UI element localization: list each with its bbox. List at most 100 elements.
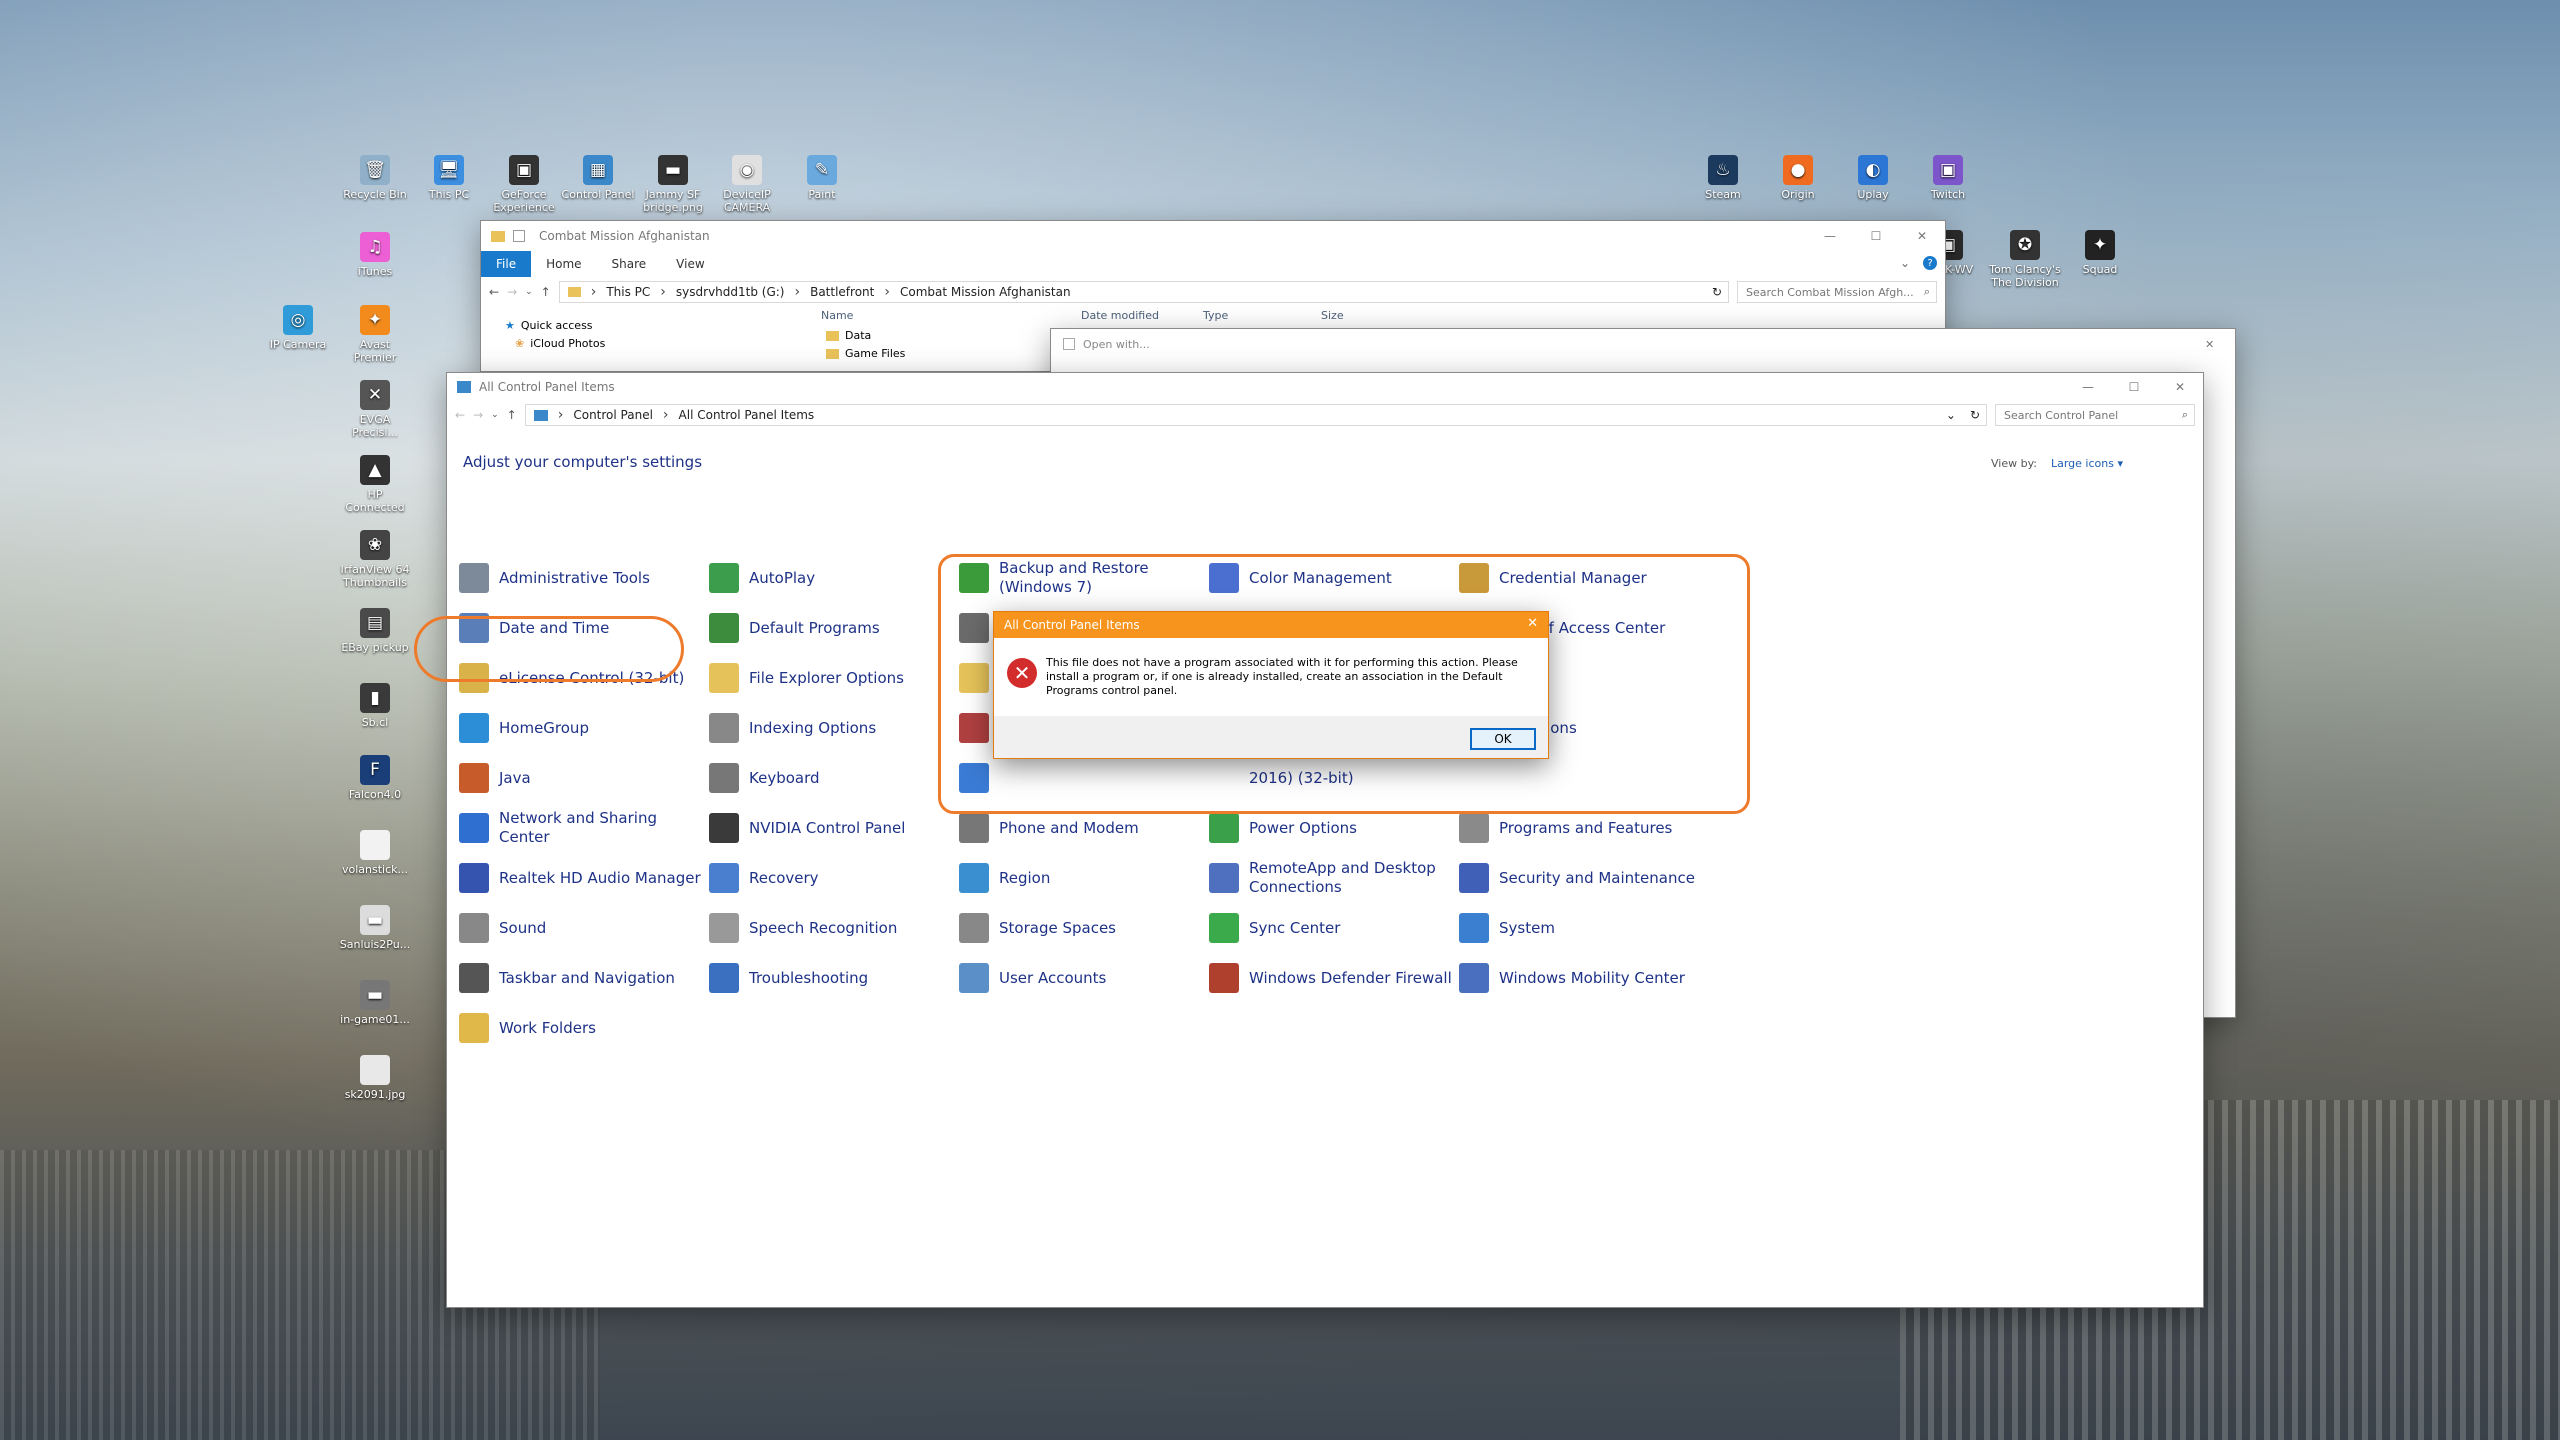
maximize-icon[interactable]: ☐	[2111, 380, 2157, 394]
desktop-icon[interactable]: ✎ Paint	[784, 155, 860, 201]
desktop-icon[interactable]: ▬ Jammy SF bridge.png	[635, 155, 711, 214]
desktop-icon[interactable]: ▮ Sb.cl	[337, 683, 413, 729]
desktop-icon[interactable]: ▬ in-game01...	[337, 980, 413, 1026]
ribbon-tab-home[interactable]: Home	[531, 251, 596, 277]
help-icon[interactable]: ?	[1923, 256, 1937, 270]
desktop-icon[interactable]: ◉ DeviceIP CAMERA	[709, 155, 785, 214]
desktop-icon[interactable]: ❀ IrfanView 64 Thumbnails	[337, 530, 413, 589]
cp-item[interactable]: Storage Spaces	[959, 903, 1209, 953]
cp-item[interactable]: Speech Recognition	[709, 903, 959, 953]
refresh-icon[interactable]: ↻	[1712, 285, 1728, 299]
desktop-icon[interactable]: ✦ Avast Premier	[337, 305, 413, 364]
cp-item[interactable]: AutoPlay	[709, 553, 959, 603]
cp-item[interactable]: Realtek HD Audio Manager	[459, 853, 709, 903]
column-header-size[interactable]: Size	[1321, 309, 1344, 322]
close-icon[interactable]: ✕	[2157, 380, 2203, 394]
breadcrumb-item[interactable]: Combat Mission Afghanistan	[900, 285, 1071, 299]
desktop-icon[interactable]: ♫ iTunes	[337, 232, 413, 278]
desktop-icon[interactable]: ♨ Steam	[1685, 155, 1761, 201]
view-by-select[interactable]: Large icons ▾	[2051, 457, 2123, 470]
forward-icon[interactable]: →	[507, 285, 517, 299]
forward-icon[interactable]: →	[473, 408, 483, 422]
breadcrumb-item[interactable]: This PC	[606, 285, 650, 299]
back-icon[interactable]: ←	[455, 408, 465, 422]
desktop-icon[interactable]: ✦ Squad	[2062, 230, 2138, 276]
close-icon[interactable]: ✕	[1899, 229, 1945, 243]
refresh-icon[interactable]: ↻	[1970, 408, 1986, 422]
explorer-search-input[interactable]: Search Combat Mission Afgh... ⌕	[1737, 281, 1937, 303]
minimize-icon[interactable]: —	[1807, 229, 1853, 243]
ok-button[interactable]: OK	[1470, 728, 1536, 750]
desktop-icon[interactable]: ▦ Control Panel	[560, 155, 636, 201]
column-header-date[interactable]: Date modified	[1081, 309, 1159, 322]
cp-item[interactable]: Work Folders	[459, 1003, 709, 1053]
minimize-icon[interactable]: —	[2065, 380, 2111, 394]
column-header-type[interactable]: Type	[1203, 309, 1228, 322]
explorer-breadcrumb[interactable]: › This PC › sysdrvhdd1tb (G:) › Battlefr…	[558, 281, 1729, 303]
breadcrumb-item[interactable]: All Control Panel Items	[679, 408, 815, 422]
desktop-icon[interactable]: ▬ Sanluis2Pu...	[337, 905, 413, 951]
cp-item[interactable]: Default Programs	[709, 603, 959, 653]
desktop-icon[interactable]: ✕ EVGA Precisi...	[337, 380, 413, 439]
dialog-titlebar[interactable]: All Control Panel Items ✕	[994, 612, 1548, 638]
explorer-titlebar[interactable]: Combat Mission Afghanistan — ☐ ✕	[481, 221, 1945, 251]
maximize-icon[interactable]: ☐	[1853, 229, 1899, 243]
cp-item[interactable]: Keyboard	[709, 753, 959, 803]
breadcrumb-item[interactable]: Control Panel	[573, 408, 653, 422]
close-icon[interactable]: ✕	[1527, 616, 1538, 631]
control-panel-window[interactable]: All Control Panel Items — ☐ ✕ ← → ⌄ ↑ › …	[446, 372, 2204, 1308]
cp-item[interactable]: Network and Sharing Center	[459, 803, 709, 853]
up-icon[interactable]: ↑	[507, 408, 517, 422]
desktop-icon[interactable]: ▲ HP Connected	[337, 455, 413, 514]
open-with-titlebar[interactable]: Open with... ✕	[1051, 329, 2235, 359]
desktop-icon[interactable]: sk2091.jpg	[337, 1055, 413, 1101]
back-icon[interactable]: ←	[489, 285, 499, 299]
desktop-icon[interactable]: 🗑 Recycle Bin	[337, 155, 413, 201]
nav-icloud-photos[interactable]: ❀ iCloud Photos	[515, 337, 605, 350]
cp-item[interactable]: Java	[459, 753, 709, 803]
close-icon[interactable]: ✕	[2205, 338, 2235, 351]
desktop-icon[interactable]: ▣ Twitch	[1910, 155, 1986, 201]
cp-item[interactable]: File Explorer Options	[709, 653, 959, 703]
recent-chevron-icon[interactable]: ⌄	[491, 410, 499, 420]
cp-item[interactable]: RemoteApp and Desktop Connections	[1209, 853, 1459, 903]
cp-item[interactable]: Indexing Options	[709, 703, 959, 753]
quick-access-toolbar-icon[interactable]	[513, 230, 525, 242]
desktop-icon[interactable]: ✪ Tom Clancy's The Division	[1987, 230, 2063, 289]
file-row[interactable]: Game Files	[826, 347, 905, 360]
chevron-down-icon[interactable]: ⌄	[1946, 408, 1960, 422]
cp-breadcrumb[interactable]: › Control Panel › All Control Panel Item…	[524, 404, 1987, 426]
cp-item[interactable]: Region	[959, 853, 1209, 903]
cp-item[interactable]: Windows Defender Firewall	[1209, 953, 1459, 1003]
cp-item[interactable]: Administrative Tools	[459, 553, 709, 603]
cp-item[interactable]: Windows Mobility Center	[1459, 953, 1709, 1003]
ribbon-tab-share[interactable]: Share	[597, 251, 662, 277]
cp-item[interactable]: Recovery	[709, 853, 959, 903]
desktop-icon[interactable]: ▤ EBay pickup	[337, 608, 413, 654]
cp-search-input[interactable]: Search Control Panel ⌕	[1995, 404, 2195, 426]
desktop-icon[interactable]: 🖥 This PC	[411, 155, 487, 201]
cp-item[interactable]: Sound	[459, 903, 709, 953]
up-icon[interactable]: ↑	[541, 285, 551, 299]
desktop-icon[interactable]: ◐ Uplay	[1835, 155, 1911, 201]
cp-item[interactable]: User Accounts	[959, 953, 1209, 1003]
cp-item[interactable]: Troubleshooting	[709, 953, 959, 1003]
cp-item[interactable]: System	[1459, 903, 1709, 953]
ribbon-tab-file[interactable]: File	[481, 251, 532, 277]
cp-item[interactable]: Taskbar and Navigation	[459, 953, 709, 1003]
cp-item[interactable]: NVIDIA Control Panel	[709, 803, 959, 853]
recent-chevron-icon[interactable]: ⌄	[525, 287, 533, 297]
column-header-name[interactable]: Name	[821, 309, 853, 322]
nav-quick-access[interactable]: ★ Quick access	[505, 319, 593, 332]
desktop-icon[interactable]: ● Origin	[1760, 155, 1836, 201]
desktop-icon[interactable]: ◎ IP Camera	[260, 305, 336, 351]
error-dialog[interactable]: All Control Panel Items ✕ ✕ This file do…	[993, 611, 1549, 759]
ribbon-tab-view[interactable]: View	[661, 251, 719, 277]
cp-titlebar[interactable]: All Control Panel Items — ☐ ✕	[447, 373, 2203, 401]
desktop-icon[interactable]: F Falcon4.0	[337, 755, 413, 801]
file-row[interactable]: Data	[826, 329, 871, 342]
chevron-down-icon[interactable]: ⌄	[1895, 251, 1915, 277]
cp-item[interactable]: HomeGroup	[459, 703, 709, 753]
desktop-icon[interactable]: volanstick...	[337, 830, 413, 876]
breadcrumb-item[interactable]: sysdrvhdd1tb (G:)	[676, 285, 785, 299]
